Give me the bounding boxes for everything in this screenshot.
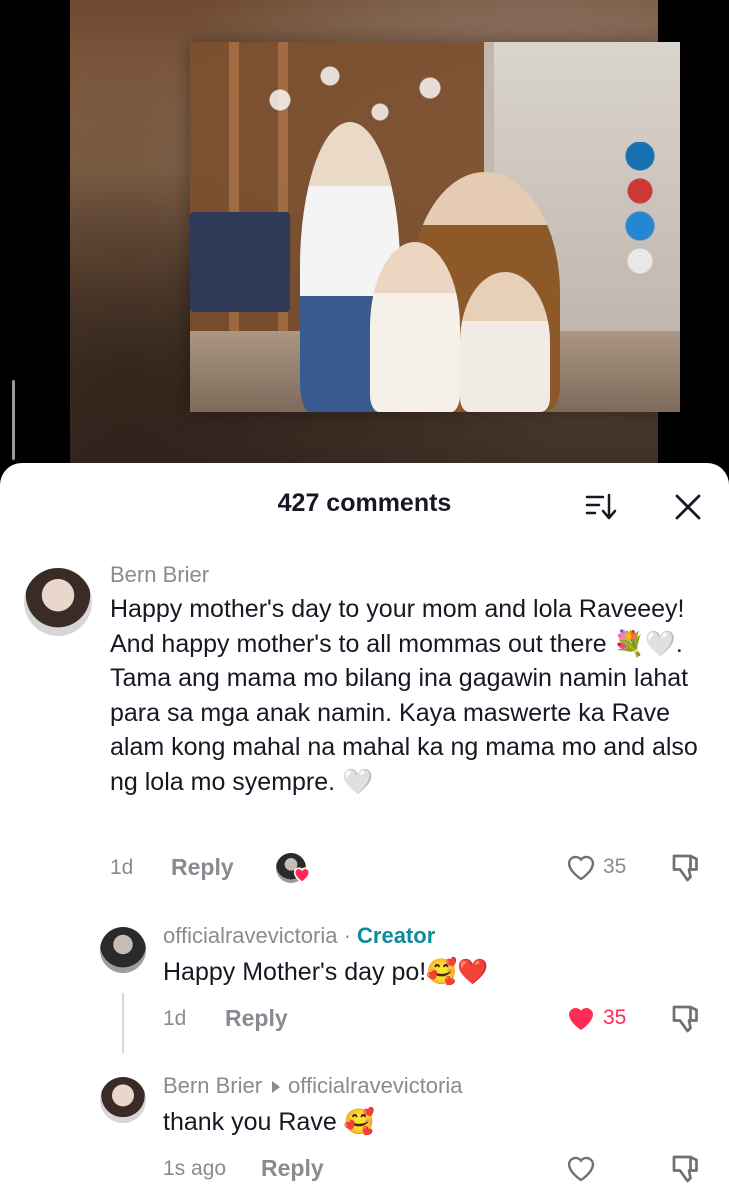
reply-to-username[interactable]: officialravevictoria bbox=[288, 1073, 462, 1098]
dislike-button[interactable] bbox=[668, 850, 704, 891]
like-count: 35 bbox=[603, 855, 627, 878]
comment-username: officialravevictoria · Creator bbox=[163, 923, 435, 949]
comment-username: Bern Brier officialravevictoria bbox=[163, 1073, 463, 1099]
video-player[interactable] bbox=[0, 0, 729, 480]
photo-bag bbox=[190, 212, 290, 312]
separator: · bbox=[337, 923, 358, 948]
video-frame bbox=[70, 0, 680, 480]
creator-badge: Creator bbox=[357, 923, 436, 948]
comments-sheet: 427 comments Bern Brier Happy mother's d… bbox=[0, 463, 729, 1199]
dislike-icon bbox=[672, 1155, 698, 1183]
comment-text: Happy Mother's day po!🥰❤️ bbox=[163, 958, 489, 986]
close-icon bbox=[675, 494, 701, 520]
reply-to-arrow-icon bbox=[272, 1080, 281, 1093]
comment-text: thank you Rave 🥰 bbox=[163, 1108, 375, 1136]
comment-text: Happy mother's day to your mom and lola … bbox=[110, 595, 698, 796]
photo-person-girl bbox=[370, 242, 460, 412]
reply-username[interactable]: officialravevictoria bbox=[163, 923, 337, 948]
comment-time: 1s ago bbox=[163, 1157, 227, 1180]
like-button[interactable] bbox=[565, 1153, 597, 1183]
family-photo bbox=[190, 42, 680, 412]
avatar[interactable] bbox=[100, 1077, 146, 1123]
comment-time: 1d bbox=[163, 1007, 187, 1030]
sort-icon bbox=[585, 493, 617, 520]
comment-time: 1d bbox=[110, 856, 134, 879]
reply-button[interactable]: Reply bbox=[171, 854, 234, 881]
heart-icon bbox=[293, 867, 311, 883]
creator-liked-badge bbox=[276, 853, 312, 885]
thread-line bbox=[122, 993, 124, 1053]
video-scrollbar[interactable] bbox=[12, 380, 15, 460]
photo-balloons bbox=[620, 142, 660, 282]
dislike-button[interactable] bbox=[668, 1151, 704, 1192]
reply-item: officialravevictoria · Creator Happy Mot… bbox=[0, 923, 729, 1053]
avatar[interactable] bbox=[24, 568, 92, 636]
reply-button[interactable]: Reply bbox=[225, 1005, 288, 1032]
comment-item: Bern Brier Happy mother's day to your mo… bbox=[0, 558, 729, 898]
comment-username[interactable]: Bern Brier bbox=[110, 562, 209, 588]
like-button[interactable]: 35 bbox=[565, 852, 626, 882]
avatar[interactable] bbox=[100, 927, 146, 973]
heart-icon bbox=[569, 1007, 593, 1030]
close-button[interactable] bbox=[672, 491, 706, 525]
sort-button[interactable] bbox=[583, 491, 623, 525]
reply-item: Bern Brier officialravevictoria thank you… bbox=[0, 1073, 729, 1199]
reply-button[interactable]: Reply bbox=[261, 1155, 324, 1182]
heart-icon bbox=[567, 1156, 595, 1182]
photo-person-boy bbox=[460, 272, 550, 412]
dislike-button[interactable] bbox=[668, 1001, 704, 1042]
like-count: 35 bbox=[603, 1006, 627, 1029]
dislike-icon bbox=[672, 854, 698, 882]
comments-header: 427 comments bbox=[0, 463, 729, 548]
like-button[interactable]: 35 bbox=[565, 1003, 626, 1033]
dislike-icon bbox=[672, 1005, 698, 1033]
reply-username[interactable]: Bern Brier bbox=[163, 1073, 262, 1098]
heart-icon bbox=[567, 855, 595, 881]
